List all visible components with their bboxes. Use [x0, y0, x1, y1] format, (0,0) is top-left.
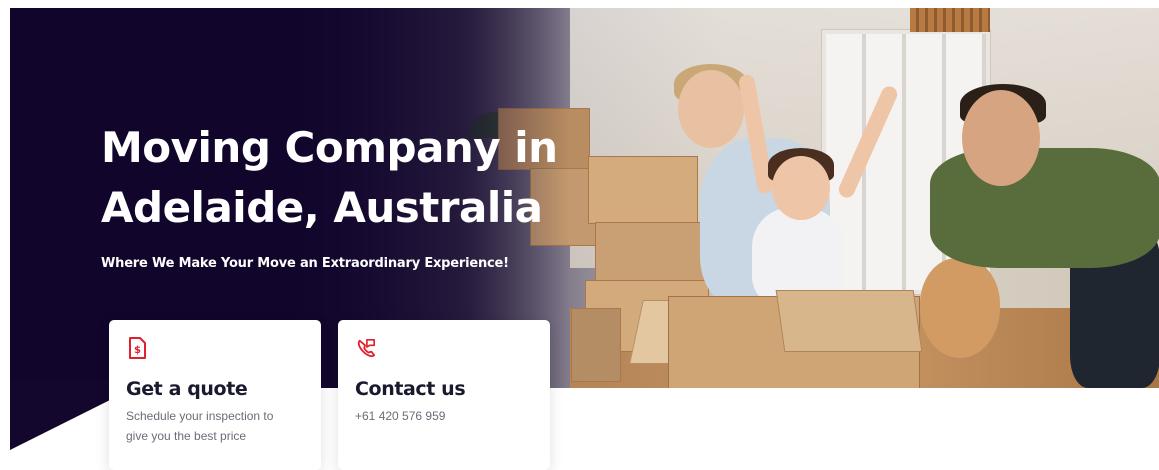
page-subtitle: Where We Make Your Move an Extraordinary… — [101, 256, 509, 271]
phone-icon — [357, 339, 376, 358]
moving-box — [595, 222, 707, 284]
moving-box — [571, 308, 621, 382]
get-a-quote-card[interactable]: $ Get a quote Schedule your inspection t… — [109, 320, 321, 470]
page-title-line-1: Moving Company in — [101, 123, 558, 172]
page-title-line-2: Adelaide, Australia — [101, 183, 543, 232]
basket — [910, 8, 990, 32]
contact-phone[interactable]: +61 420 576 959 — [355, 406, 525, 426]
card-title: Contact us — [355, 378, 466, 400]
father-head — [962, 90, 1040, 186]
child-head — [772, 156, 830, 220]
dollar-document-icon: $ — [129, 337, 146, 359]
contact-us-card[interactable]: Contact us +61 420 576 959 — [338, 320, 550, 470]
page-title: Moving Company in Adelaide, Australia — [101, 118, 558, 238]
box-flap — [775, 290, 923, 352]
guitar — [920, 258, 1000, 358]
moving-box — [588, 156, 698, 224]
svg-text:$: $ — [134, 345, 141, 356]
card-description: Schedule your inspection to give you the… — [126, 409, 274, 443]
card-title: Get a quote — [126, 378, 248, 400]
father-figure — [930, 148, 1159, 268]
mother-head — [678, 70, 744, 148]
